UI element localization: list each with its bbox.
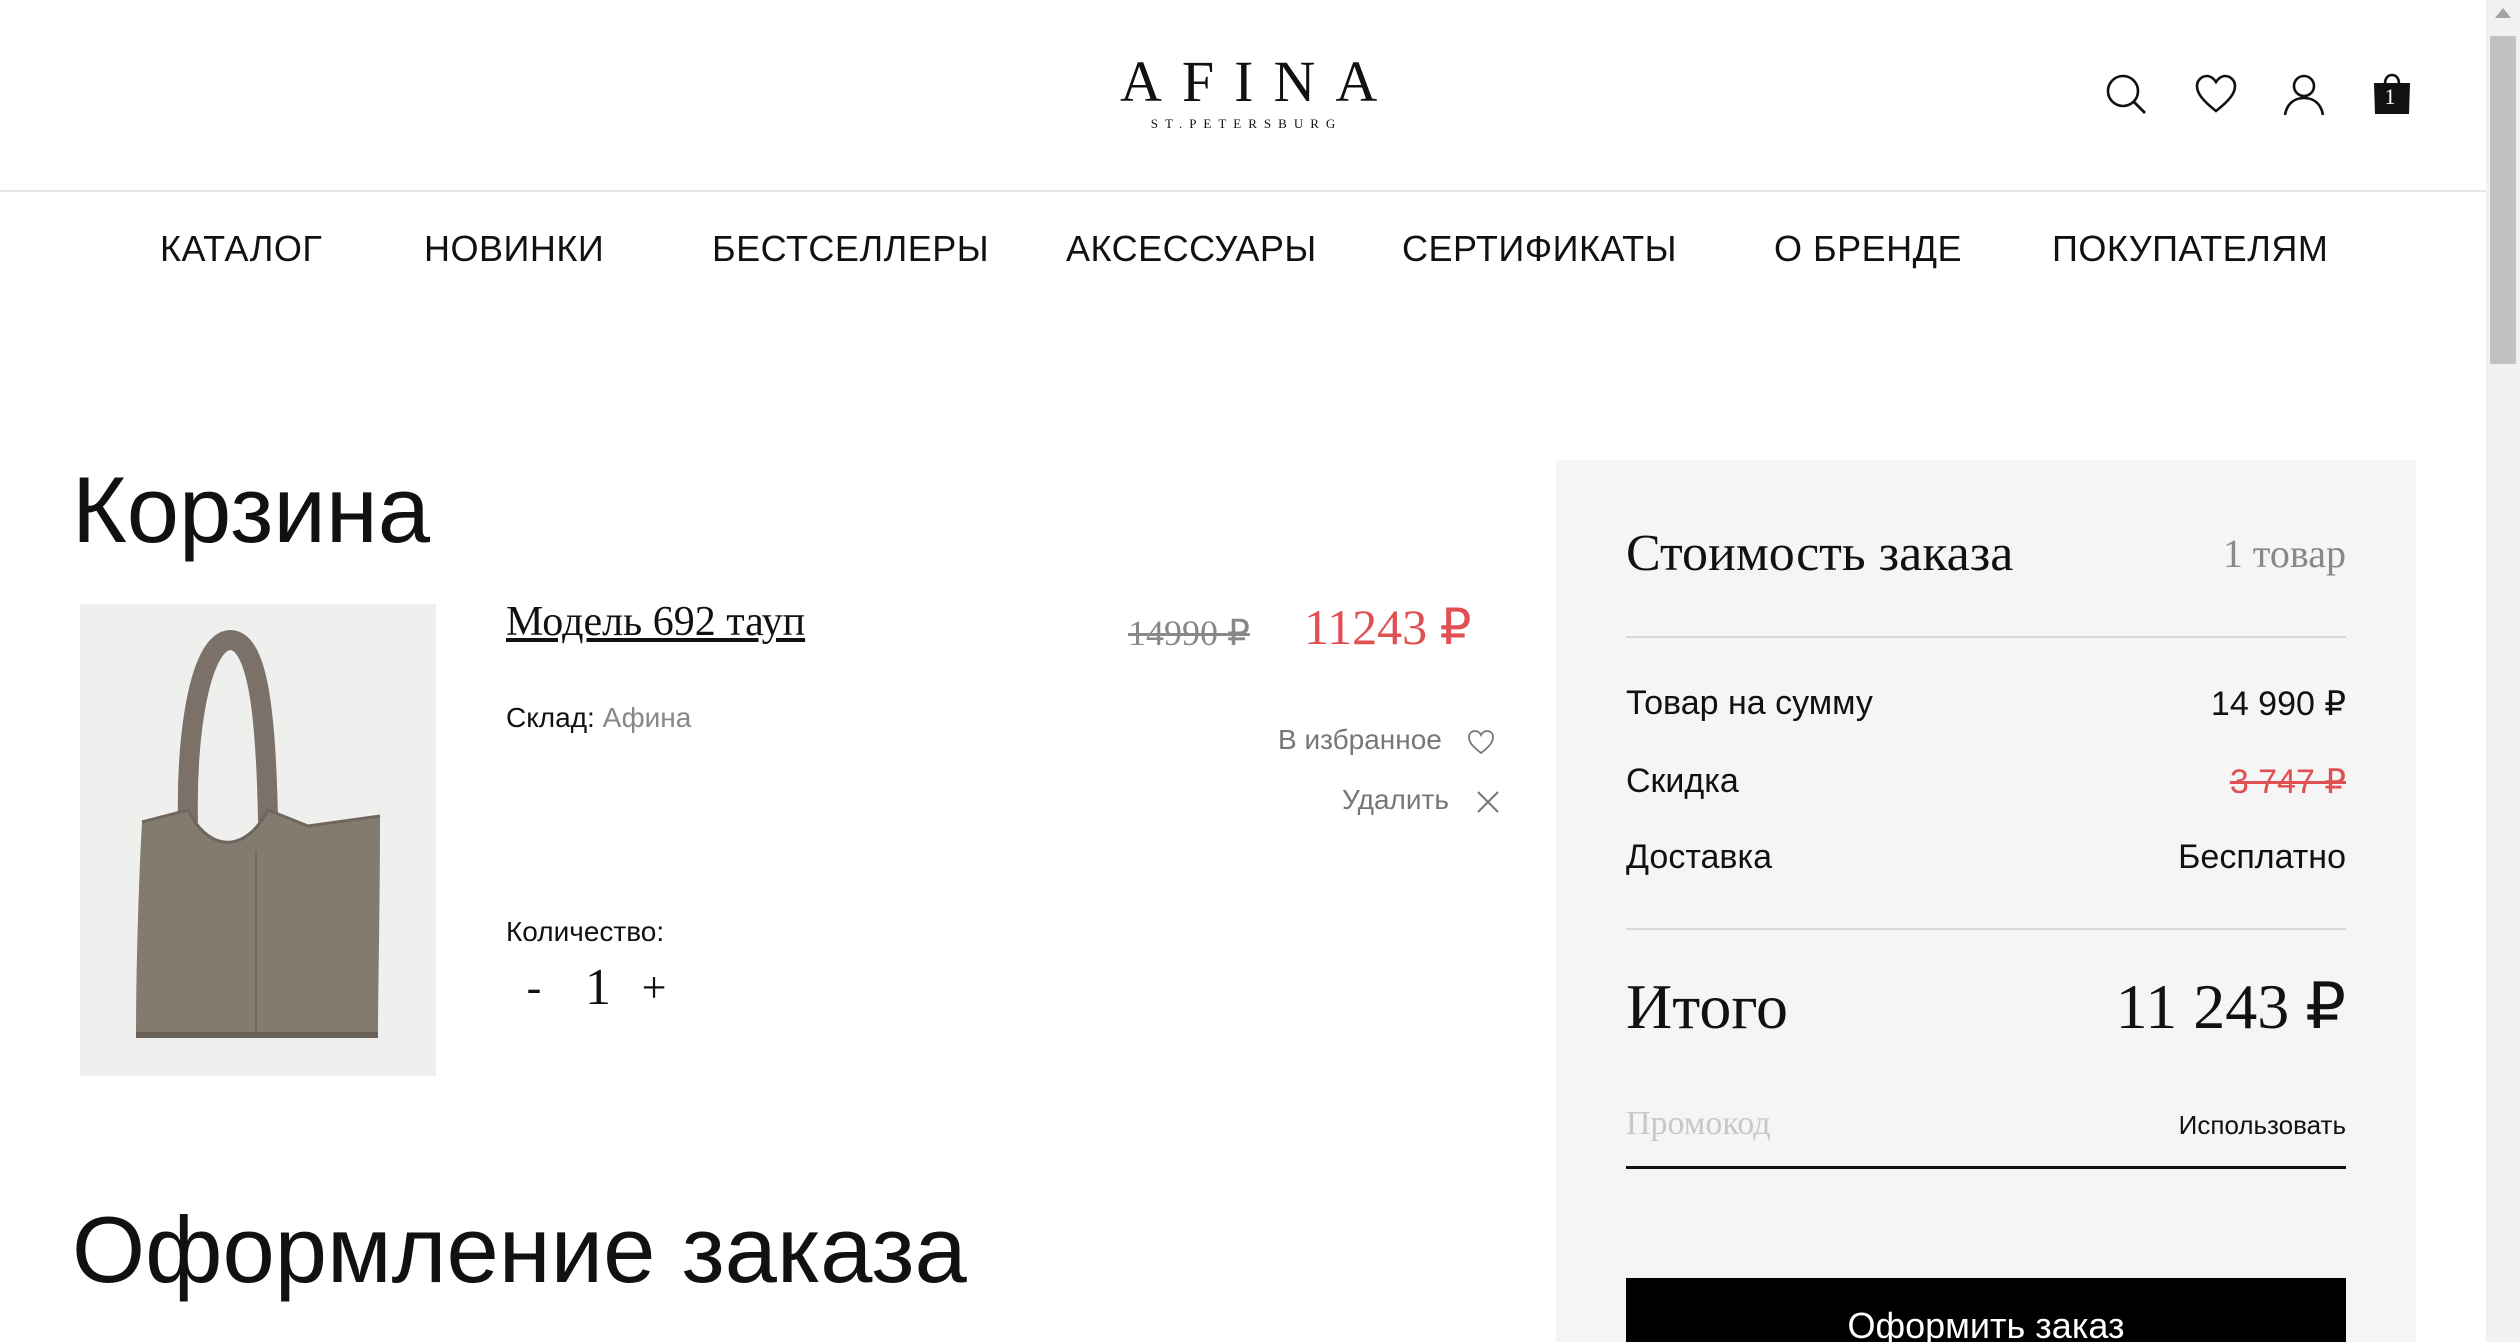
summary-row-delivery: Доставка Бесплатно — [1626, 838, 2346, 877]
logo[interactable]: AFINA ST.PETERSBURG — [1100, 52, 1386, 132]
add-to-favorites-label: В избранное — [1278, 724, 1442, 755]
summary-row-subtotal: Товар на сумму 14 990 ₽ — [1626, 684, 2346, 723]
nav-item-bestsellers[interactable]: БЕСТСЕЛЛЕРЫ — [712, 228, 989, 270]
divider — [1626, 928, 2346, 930]
subtotal-value: 14 990 ₽ — [2210, 685, 2346, 723]
logo-sub-text: ST.PETERSBURG — [1150, 116, 1343, 131]
scroll-up-arrow-icon[interactable] — [2495, 8, 2511, 18]
delivery-value: Бесплатно — [2178, 838, 2346, 876]
shopping-bag-icon[interactable]: 1 — [2368, 70, 2416, 118]
nav-item-customers[interactable]: ПОКУПАТЕЛЯМ — [2052, 228, 2328, 270]
site-header: AFINA ST.PETERSBURG 1 — [0, 0, 2486, 192]
nav-item-certificates[interactable]: СЕРТИФИКАТЫ — [1402, 228, 1677, 270]
nav-item-new[interactable]: НОВИНКИ — [424, 228, 604, 270]
nav-item-catalog[interactable]: КАТАЛОГ — [160, 228, 322, 270]
delivery-label: Доставка — [1626, 838, 1773, 876]
sale-price: 11243 ₽ — [1304, 599, 1472, 655]
nav-item-accessories[interactable]: АКСЕССУАРЫ — [1066, 228, 1317, 270]
quantity-increase-button[interactable]: + — [634, 962, 674, 1013]
main-nav: КАТАЛОГ НОВИНКИ БЕСТСЕЛЛЕРЫ АКСЕССУАРЫ С… — [0, 192, 2486, 312]
page-scrollbar[interactable] — [2486, 0, 2520, 1342]
close-icon — [1476, 790, 1499, 813]
stock-info: Склад: Афина — [506, 702, 691, 734]
quantity-label: Количество: — [506, 916, 665, 947]
heart-icon[interactable] — [2192, 70, 2240, 118]
product-image[interactable] — [80, 604, 436, 1076]
order-summary-panel: Стоимость заказа 1 товар Товар на сумму … — [1556, 460, 2416, 1342]
product-name-link[interactable]: Модель 692 тауп — [506, 598, 805, 646]
total-label: Итого — [1626, 971, 1788, 1042]
promo-code-field: Использовать — [1626, 1096, 2346, 1169]
nav-item-about-brand[interactable]: О БРЕНДЕ — [1774, 228, 1962, 270]
heart-icon — [1467, 729, 1494, 754]
old-price: 14990 ₽ — [1128, 613, 1250, 653]
logo-main-text: AFINA — [1120, 49, 1398, 114]
remove-item-label: Удалить — [1342, 784, 1449, 815]
stock-label: Склад: — [506, 702, 595, 733]
summary-title: Стоимость заказа — [1626, 525, 2014, 582]
cart-count-badge: 1 — [2384, 84, 2396, 109]
promo-code-input[interactable] — [1626, 1096, 2146, 1152]
search-icon[interactable] — [2102, 70, 2150, 118]
stock-value: Афина — [602, 702, 692, 733]
total-value: 11 243 ₽ — [2115, 971, 2346, 1042]
place-order-button[interactable]: Оформить заказ — [1626, 1278, 2346, 1342]
page: AFINA ST.PETERSBURG 1 КАТАЛОГ НОВИНКИ БЕ… — [0, 0, 2520, 1342]
quantity-decrease-button[interactable]: - — [514, 962, 554, 1013]
scrollbar-thumb[interactable] — [2490, 36, 2516, 364]
add-to-favorites-link[interactable]: В избранное — [1278, 724, 1496, 757]
discount-value: 3 747 ₽ — [2229, 763, 2346, 801]
page-title: Корзина — [72, 457, 431, 562]
checkout-section-title: Оформление заказа — [72, 1197, 967, 1302]
user-icon[interactable] — [2280, 70, 2328, 118]
summary-item-count: 1 товар — [2222, 531, 2346, 576]
divider — [1626, 636, 2346, 638]
discount-label: Скидка — [1626, 762, 1739, 800]
apply-promo-button[interactable]: Использовать — [2179, 1110, 2346, 1141]
remove-item-link[interactable]: Удалить — [1342, 784, 1503, 817]
subtotal-label: Товар на сумму — [1626, 684, 1873, 722]
summary-row-discount: Скидка 3 747 ₽ — [1626, 762, 2346, 801]
quantity-value: 1 — [585, 959, 611, 1016]
